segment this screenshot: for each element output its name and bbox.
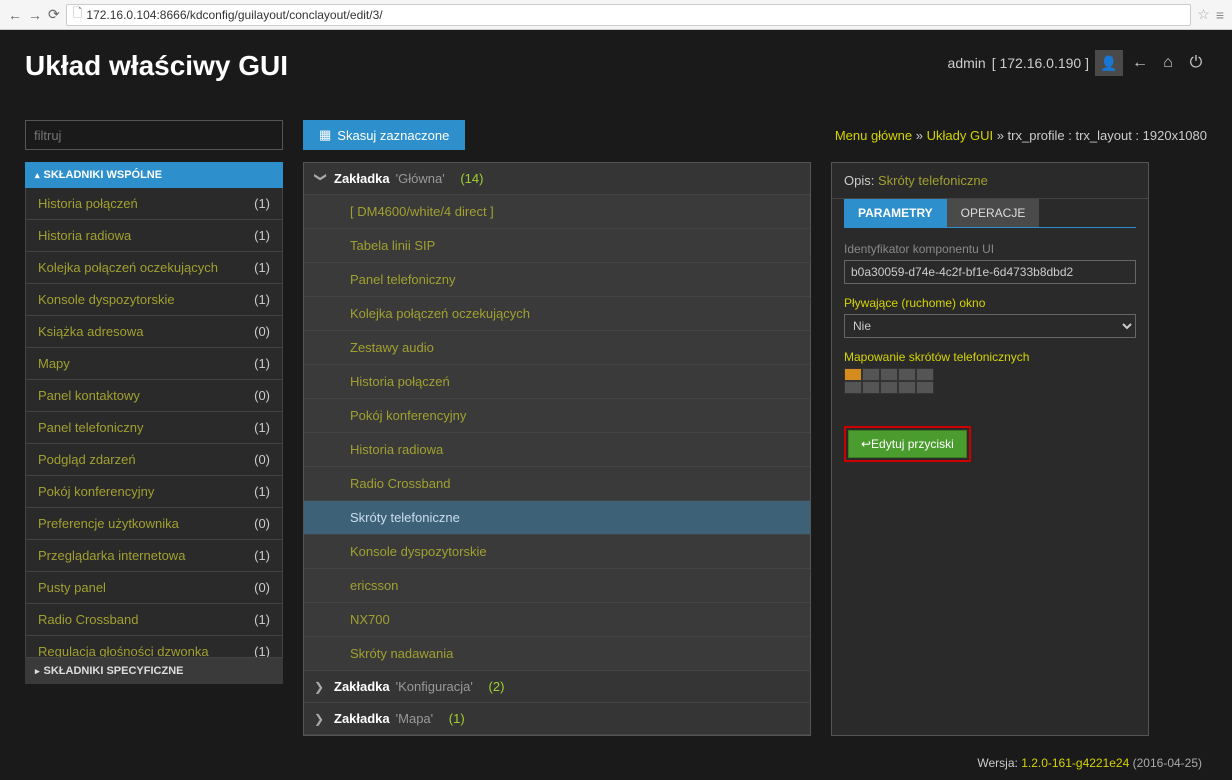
browser-chrome-bar: ← → ⟳ 🗋 172.16.0.104:8666/kdconfig/guila… xyxy=(0,0,1232,30)
reload-icon[interactable]: ⟳ xyxy=(48,6,60,23)
forward-icon[interactable]: → xyxy=(28,7,42,23)
delete-selected-button[interactable]: ▦ Skasuj zaznaczone xyxy=(303,120,465,150)
mapping-grid xyxy=(844,368,934,394)
edit-buttons-highlight: ↩Edytuj przyciski xyxy=(844,426,971,462)
page-title: Układ właściwy GUI xyxy=(25,50,288,82)
mapping-cell[interactable] xyxy=(844,368,862,381)
tab-operations[interactable]: OPERACJE xyxy=(947,199,1040,227)
tab-item[interactable]: Historia połączeń xyxy=(304,365,810,399)
sidebar-item[interactable]: Panel kontaktowy(0) xyxy=(26,380,282,412)
component-id-input[interactable] xyxy=(844,260,1136,284)
common-components-list: Historia połączeń(1)Historia radiowa(1)K… xyxy=(25,188,283,658)
tab-group-header[interactable]: ❯ Zakładka 'Konfiguracja' (2) xyxy=(304,671,810,703)
chevron-icon: ❯ xyxy=(314,712,328,726)
breadcrumb-link[interactable]: Układy GUI xyxy=(927,128,993,143)
tabs-panel: ❯ Zakładka 'Główna' (14)[ DM4600/white/4… xyxy=(303,162,811,736)
floating-window-select[interactable]: Nie xyxy=(844,314,1136,338)
sidebar-item[interactable]: Regulacja głośności dzwonka(1) xyxy=(26,636,282,658)
sidebar-item[interactable]: Książka adresowa(0) xyxy=(26,316,282,348)
details-tabs: PARAMETRY OPERACJE xyxy=(844,199,1136,228)
sidebar-item[interactable]: Historia połączeń(1) xyxy=(26,188,282,220)
caret-up-icon: ▴ xyxy=(35,170,40,181)
mapping-cell[interactable] xyxy=(898,368,916,381)
mapping-cell[interactable] xyxy=(916,368,934,381)
mapping-cell[interactable] xyxy=(862,368,880,381)
home-icon[interactable]: ⌂ xyxy=(1157,54,1179,72)
sidebar-item[interactable]: Przeglądarka internetowa(1) xyxy=(26,540,282,572)
footer: Wersja: 1.2.0-161-g4221e24 (2016-04-25) xyxy=(25,756,1207,770)
section-specific-header[interactable]: ▸ SKŁADNIKI SPECYFICZNE xyxy=(25,658,283,684)
mapping-cell[interactable] xyxy=(862,381,880,394)
bookmark-icon[interactable]: ☆ xyxy=(1197,6,1210,23)
back-nav-icon[interactable]: ← xyxy=(1129,54,1151,72)
details-panel: Opis: Skróty telefoniczne PARAMETRY OPER… xyxy=(831,162,1149,736)
user-ip: [ 172.16.0.190 ] xyxy=(992,55,1089,71)
mapping-cell[interactable] xyxy=(916,381,934,394)
sidebar: ▴ SKŁADNIKI WSPÓLNE Historia połączeń(1)… xyxy=(25,162,283,736)
mapping-label: Mapowanie skrótów telefonicznych xyxy=(844,350,1136,364)
chevron-icon: ❯ xyxy=(314,680,328,694)
user-icon[interactable]: 👤 xyxy=(1095,50,1123,76)
tab-group-header[interactable]: ❯ Zakładka 'Mapa' (1) xyxy=(304,703,810,735)
sidebar-item[interactable]: Mapy(1) xyxy=(26,348,282,380)
mapping-cell[interactable] xyxy=(880,381,898,394)
breadcrumb-link[interactable]: Menu główne xyxy=(835,128,912,143)
float-label: Pływające (ruchome) okno xyxy=(844,296,1136,310)
tab-item[interactable]: Skróty nadawania xyxy=(304,637,810,671)
tab-item[interactable]: ericsson xyxy=(304,569,810,603)
grid-icon: ▦ xyxy=(319,127,331,143)
tab-item[interactable]: Kolejka połączeń oczekujących xyxy=(304,297,810,331)
tab-item[interactable]: NX700 xyxy=(304,603,810,637)
tab-item[interactable]: Skróty telefoniczne xyxy=(304,501,810,535)
sidebar-item[interactable]: Radio Crossband(1) xyxy=(26,604,282,636)
tab-item[interactable]: Konsole dyspozytorskie xyxy=(304,535,810,569)
sidebar-item[interactable]: Podgląd zdarzeń(0) xyxy=(26,444,282,476)
details-header: Opis: Skróty telefoniczne xyxy=(832,163,1148,199)
tab-item[interactable]: Historia radiowa xyxy=(304,433,810,467)
sidebar-item[interactable]: Panel telefoniczny(1) xyxy=(26,412,282,444)
caret-right-icon: ▸ xyxy=(35,666,40,677)
chevron-icon: ❯ xyxy=(314,172,328,186)
id-label: Identyfikator komponentu UI xyxy=(844,242,1136,256)
tab-item[interactable]: Zestawy audio xyxy=(304,331,810,365)
mapping-cell[interactable] xyxy=(844,381,862,394)
sidebar-item[interactable]: Pusty panel(0) xyxy=(26,572,282,604)
mapping-cell[interactable] xyxy=(898,381,916,394)
tab-item[interactable]: Radio Crossband xyxy=(304,467,810,501)
tab-parameters[interactable]: PARAMETRY xyxy=(844,199,947,227)
url-input[interactable]: 🗋 172.16.0.104:8666/kdconfig/guilayout/c… xyxy=(66,4,1192,26)
sidebar-item[interactable]: Historia radiowa(1) xyxy=(26,220,282,252)
filter-input[interactable] xyxy=(25,120,283,150)
tab-item[interactable]: [ DM4600/white/4 direct ] xyxy=(304,195,810,229)
breadcrumb-current: trx_profile : trx_layout : 1920x1080 xyxy=(1008,128,1207,143)
edit-buttons-button[interactable]: ↩Edytuj przyciski xyxy=(848,430,967,458)
tab-group-header[interactable]: ❯ Zakładka 'Główna' (14) xyxy=(304,163,810,195)
power-icon[interactable]: ⏻ xyxy=(1185,54,1207,72)
sidebar-item[interactable]: Konsole dyspozytorskie(1) xyxy=(26,284,282,316)
section-common-header[interactable]: ▴ SKŁADNIKI WSPÓLNE xyxy=(25,162,283,188)
tab-item[interactable]: Tabela linii SIP xyxy=(304,229,810,263)
back-icon[interactable]: ← xyxy=(8,7,22,23)
tab-item[interactable]: Pokój konferencyjny xyxy=(304,399,810,433)
user-name: admin xyxy=(948,55,986,71)
sidebar-item[interactable]: Pokój konferencyjny(1) xyxy=(26,476,282,508)
user-block: admin [ 172.16.0.190 ] 👤 ← ⌂ ⏻ xyxy=(948,50,1207,76)
sidebar-item[interactable]: Kolejka połączeń oczekujących(1) xyxy=(26,252,282,284)
sidebar-item[interactable]: Preferencje użytkownika(0) xyxy=(26,508,282,540)
breadcrumb: Menu główne » Układy GUI » trx_profile :… xyxy=(835,128,1207,143)
browser-menu-icon[interactable]: ≡ xyxy=(1216,7,1224,23)
mapping-cell[interactable] xyxy=(880,368,898,381)
tab-item[interactable]: Panel telefoniczny xyxy=(304,263,810,297)
